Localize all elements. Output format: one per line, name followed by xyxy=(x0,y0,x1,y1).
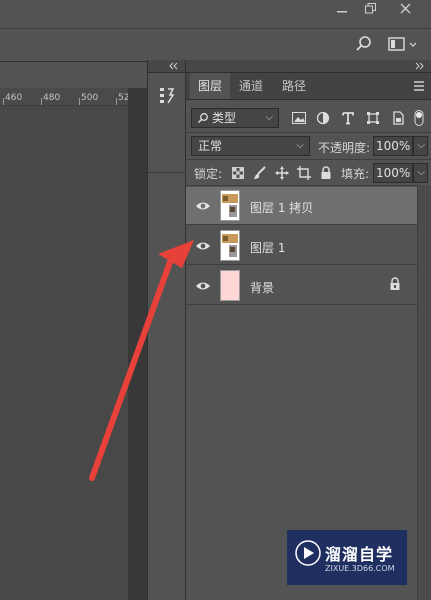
watermark-url: ZIXUE.3D66.COM xyxy=(325,564,395,573)
arrow-shaft xyxy=(89,259,173,481)
annotation-arrow xyxy=(89,240,194,481)
watermark-logo-icon xyxy=(295,540,321,566)
arrow-head xyxy=(158,240,194,268)
watermark-name: 溜溜自学 xyxy=(325,545,394,564)
watermark: 溜溜自学 ZIXUE.3D66.COM xyxy=(287,530,407,585)
